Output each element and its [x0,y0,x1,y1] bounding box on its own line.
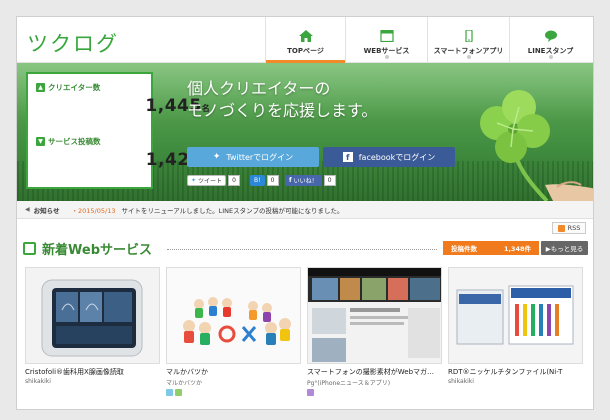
home-icon [298,30,313,42]
stat-services-label: サービス投稿数 [48,137,101,146]
twitter-bird-icon: ✦ [212,152,221,162]
web-magazine-screenshot [308,268,441,363]
hero-banner: ▲ クリエイター数 1,445名 ▼ サービス投稿数 1,420個 個人クリエイ… [17,63,593,201]
nav-dot [466,55,471,59]
main-nav: TOPページ WEBサービス スマートフォンアプリ LINEスタンプ [265,17,591,63]
stat-creators-label: クリエイター数 [48,83,101,92]
card-author: Pg°(iPhoneニュース＆アプリ) [307,380,391,387]
square-icon [23,242,36,255]
web-tag-icon [166,389,173,396]
nav-top-label: TOPページ [287,47,324,55]
browser-icon [379,30,394,42]
nav-top[interactable]: TOPページ [265,17,345,63]
card-thumbnail[interactable] [448,267,583,364]
card-author: shikakiki [448,378,474,385]
card-author: マルかバツか [166,380,203,387]
tweet-count: 0 [228,175,241,186]
card-thumbnail[interactable] [25,267,160,364]
post-icon: ▼ [36,137,45,146]
card-title[interactable]: スマートフォンの撮影素材がWebマガ… [307,367,442,377]
nav-dot [548,55,553,59]
card-thumbnail[interactable] [307,267,442,364]
post-count-badge: 投稿件数 1,348件 [443,241,539,255]
hatena-count: 0 [266,175,279,186]
site-logo[interactable]: ツクログ [27,28,119,58]
card-title[interactable]: RDT®ニッケルチタンファイル(Ni-T [448,367,583,377]
card-title[interactable]: Cristofoli®歯科用X腺画像読取 [25,367,160,377]
facebook-icon: f [342,152,353,162]
news-bar: ◀ お知らせ ・2015/05/13 サイトをリニューアルしました。LINEスタ… [17,201,593,219]
stat-services: ▼ サービス投稿数 1,420個 [36,136,210,170]
nav-smartphone-apps[interactable]: スマートフォンアプリ [427,17,509,63]
service-card[interactable]: RDT®ニッケルチタンファイル(Ni-T shikakiki [448,267,583,407]
twitter-login-button[interactable]: ✦ Twitterでログイン [187,147,319,167]
smartphone-icon [464,30,473,42]
news-message[interactable]: サイトをリニューアルしました。LINEスタンプの投稿が可能になりました。 [121,205,343,215]
stats-panel: ▲ クリエイター数 1,445名 ▼ サービス投稿数 1,420個 [26,72,210,189]
wooden-pegs-image [167,268,300,363]
nav-dot [384,55,389,59]
see-more-button[interactable]: ▶もっと見る [541,241,588,255]
like-count: 0 [323,175,336,186]
card-author: shikakiki [25,378,51,385]
facebook-like-share[interactable]: f いいね！ 0 [285,175,336,186]
card-platform-tags [307,389,442,396]
hatena-icon: B! [250,175,265,186]
app-tag-icon [307,389,314,396]
hatena-bookmark-share[interactable]: B! 0 [250,175,279,186]
section-title: 新着Webサービス [23,239,152,258]
rss-icon [557,224,565,232]
news-label: お知らせ [33,206,60,215]
rss-button[interactable]: RSS [552,222,586,234]
person-icon: ▲ [36,83,45,92]
facebook-small-icon: f [289,177,292,184]
card-thumbnail[interactable] [166,267,301,364]
stat-creators: ▲ クリエイター数 1,445名 [36,82,210,116]
twitter-small-icon: ✦ [191,177,197,184]
nav-line-stamps[interactable]: LINEスタンプ [509,17,591,63]
facebook-login-button[interactable]: f facebookでログイン [323,147,455,167]
card-title[interactable]: マルかバツか [166,367,301,377]
news-date: ・2015/05/13 [71,206,116,215]
service-card[interactable]: Cristofoli®歯科用X腺画像読取 shikakiki [25,267,160,407]
service-card[interactable]: マルかバツか マルかバツか [166,267,301,407]
service-cards: Cristofoli®歯科用X腺画像読取 shikakiki マルかバツか マル… [25,267,593,407]
tweet-share[interactable]: ✦ ツイート 0 [187,175,241,186]
xray-device-image [26,268,159,363]
card-platform-tags [166,389,301,396]
file-product-box-image [449,268,582,363]
app-tag-icon [175,389,182,396]
hero-headline: 個人クリエイターの モノづくりを応援します。 [187,79,378,120]
clover-image [480,90,593,201]
section-divider [167,249,437,250]
header: ツクログ TOPページ WEBサービス スマートフォンアプリ LINEスタンプ [17,17,593,63]
nav-web-services[interactable]: WEBサービス [345,17,427,63]
service-card[interactable]: スマートフォンの撮影素材がWebマガ… Pg°(iPhoneニュース＆アプリ) [307,267,442,407]
speaker-icon: ◀ [25,206,30,213]
speech-bubble-icon [544,30,557,42]
page: ツクログ TOPページ WEBサービス スマートフォンアプリ LINEスタンプ [16,16,594,410]
